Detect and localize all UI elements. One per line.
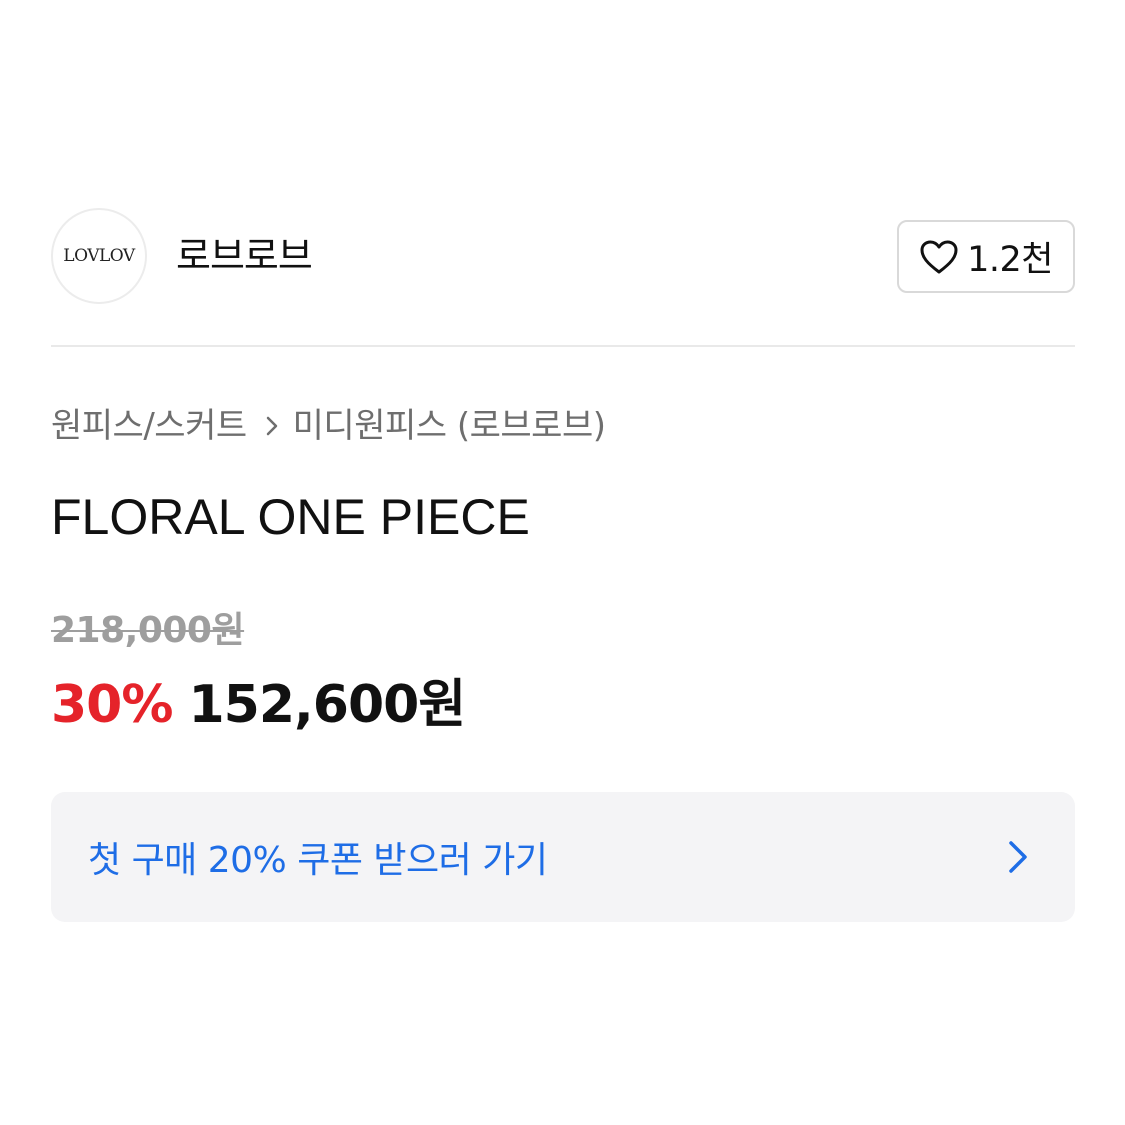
price-row: 30% 152,600원 [51, 672, 466, 738]
shop-header: LOVLOV 로브로브 1.2천 [51, 207, 1075, 307]
shop-name[interactable]: 로브로브 [176, 234, 313, 278]
shop-logo-text: LOVLOV [63, 246, 135, 266]
shop-logo[interactable]: LOVLOV [51, 208, 147, 304]
breadcrumb-category[interactable]: 원피스/스커트 [51, 402, 247, 450]
divider [51, 345, 1075, 347]
like-button[interactable]: 1.2천 [897, 220, 1075, 293]
original-price: 218,000원 [51, 610, 245, 651]
coupon-banner[interactable]: 첫 구매 20% 쿠폰 받으러 가기 [51, 792, 1075, 922]
like-count: 1.2천 [967, 240, 1053, 280]
sale-price: 152,600원 [188, 675, 466, 735]
chevron-right-icon [1007, 839, 1029, 875]
chevron-right-icon [265, 415, 279, 437]
heart-icon [919, 239, 959, 275]
coupon-label: 첫 구매 20% 쿠폰 받으러 가기 [88, 840, 548, 881]
product-title: FLORAL ONE PIECE [51, 489, 530, 545]
discount-rate: 30% [51, 675, 173, 735]
breadcrumb-subcategory[interactable]: 미디원피스 (로브로브) [293, 402, 606, 450]
breadcrumb: 원피스/스커트 미디원피스 (로브로브) [51, 402, 606, 450]
